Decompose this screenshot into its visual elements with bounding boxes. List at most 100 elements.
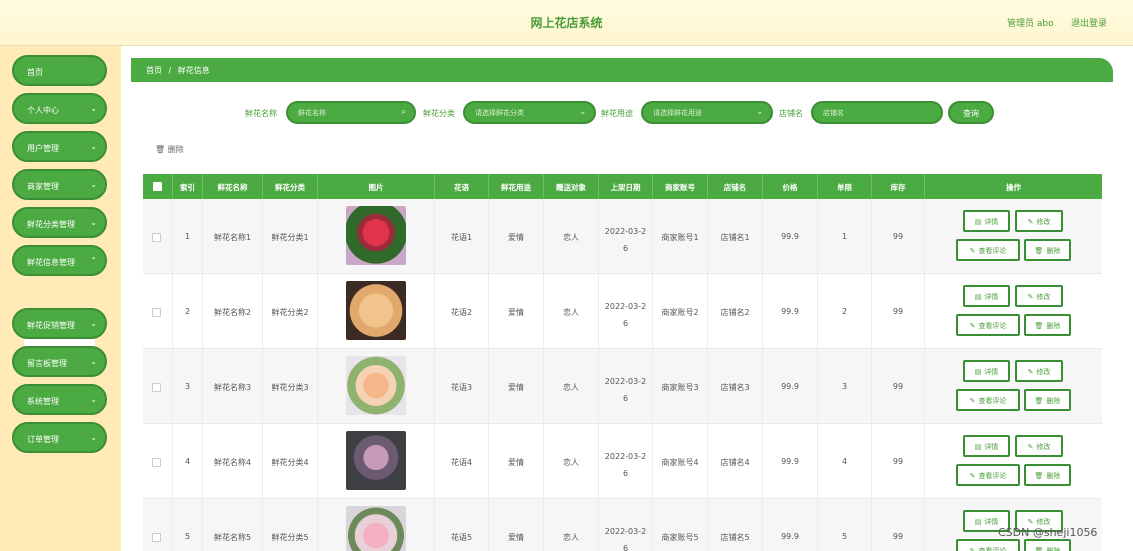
shop-name-input[interactable]: 店铺名 bbox=[811, 101, 943, 124]
edit-button[interactable]: ✎ 修改 bbox=[1015, 435, 1063, 457]
flower-usage-cell: 爱情 bbox=[489, 499, 544, 551]
stock-cell: 99 bbox=[872, 499, 925, 551]
sidebar-item-personal-center[interactable]: 个人中心 ⌄ bbox=[12, 93, 107, 124]
gift-target-cell: 恋人 bbox=[544, 199, 599, 274]
sidebar-item-label: 鲜花信息管理 bbox=[27, 258, 75, 267]
view-reviews-button[interactable]: ✎ 查看评论 bbox=[956, 239, 1020, 261]
column-header: 鲜花用途 bbox=[489, 174, 544, 199]
trash-icon: 🗑 bbox=[155, 145, 166, 154]
delete-button[interactable]: 🗑 删除 bbox=[1024, 539, 1071, 551]
detail-button[interactable]: ▤ 详情 bbox=[963, 435, 1010, 457]
sidebar-item-label: 鲜花促销管理 bbox=[27, 321, 75, 330]
sidebar-item-user-management[interactable]: 用户管理 ⌄ bbox=[12, 131, 107, 162]
view-reviews-button[interactable]: ✎ 查看评论 bbox=[956, 464, 1020, 486]
flower-usage-select[interactable]: 请选择鲜花用途 ⌄ bbox=[641, 101, 773, 124]
flower-image bbox=[346, 206, 406, 265]
chevron-down-icon: ⌄ bbox=[90, 142, 97, 151]
flower-usage-cell: 爱情 bbox=[489, 274, 544, 349]
view-reviews-label: 查看评论 bbox=[978, 247, 1007, 255]
flower-category-select[interactable]: 请选择鲜花分类 ⌄ bbox=[463, 101, 596, 124]
flower-name-input[interactable]: 鲜花名称 ⌕ bbox=[286, 101, 416, 124]
row-checkbox[interactable] bbox=[152, 308, 161, 317]
edit-label: 修改 bbox=[1036, 443, 1051, 451]
listing-date-line2: 6 bbox=[622, 469, 629, 478]
detail-label: 详情 bbox=[984, 443, 999, 451]
sidebar-item-system-management[interactable]: 系统管理 ⌄ bbox=[12, 384, 107, 415]
flower-language-cell: 花语1 bbox=[435, 199, 489, 274]
table-header: 索引 鲜花名称 鲜花分类 图片 花语 鲜花用途 赠送对象 上架日期 商家账号 店… bbox=[143, 174, 1102, 199]
delete-label: 删除 bbox=[1046, 397, 1061, 405]
flower-category-label: 鲜花分类 bbox=[423, 109, 455, 118]
edit-label: 修改 bbox=[1036, 293, 1051, 301]
sidebar-item-home[interactable]: 首页 bbox=[12, 55, 107, 86]
detail-button[interactable]: ▤ 详情 bbox=[963, 285, 1010, 307]
delete-button[interactable]: 🗑 删除 bbox=[1024, 389, 1071, 411]
select-all-checkbox[interactable] bbox=[153, 182, 162, 191]
sidebar-item-flower-info-management[interactable]: 鲜花信息管理 ⌃ bbox=[12, 245, 107, 276]
column-header: 单限 bbox=[818, 174, 872, 199]
view-reviews-button[interactable]: ✎ 查看评论 bbox=[956, 389, 1020, 411]
listing-date-line2: 6 bbox=[622, 544, 629, 551]
limit-cell: 3 bbox=[818, 349, 872, 424]
sidebar-item-order-management[interactable]: 订单管理 ⌄ bbox=[12, 422, 107, 453]
shop-name-placeholder: 店铺名 bbox=[823, 109, 844, 117]
row-checkbox[interactable] bbox=[152, 533, 161, 542]
sidebar-item-message-board-management[interactable]: 留言板管理 ⌄ bbox=[12, 346, 107, 377]
delete-label: 删除 bbox=[1046, 247, 1061, 255]
flower-name-cell: 鲜花名称4 bbox=[203, 424, 263, 499]
row-checkbox[interactable] bbox=[152, 458, 161, 467]
query-button[interactable]: 查询 bbox=[948, 101, 994, 124]
sidebar-item-label: 用户管理 bbox=[27, 144, 59, 153]
sidebar-item-merchant-management[interactable]: 商家管理 ⌄ bbox=[12, 169, 107, 200]
document-icon: ▤ bbox=[974, 293, 982, 301]
edit-button[interactable]: ✎ 修改 bbox=[1015, 210, 1063, 232]
flower-language-cell: 花语4 bbox=[435, 424, 489, 499]
column-header: 鲜花分类 bbox=[263, 174, 318, 199]
detail-button[interactable]: ▤ 详情 bbox=[963, 360, 1010, 382]
view-reviews-button[interactable]: ✎ 查看评论 bbox=[956, 314, 1020, 336]
flower-language-cell: 花语3 bbox=[435, 349, 489, 424]
edit-icon: ✎ bbox=[969, 397, 976, 405]
listing-date-line1: 2022-03-2 bbox=[604, 452, 647, 461]
flower-category-cell: 鲜花分类5 bbox=[263, 499, 318, 551]
row-select-cell bbox=[143, 349, 173, 424]
flower-usage-placeholder: 请选择鲜花用途 bbox=[653, 109, 702, 117]
bulk-delete-button[interactable]: 🗑 删除 bbox=[155, 144, 184, 155]
flower-usage-cell: 爱情 bbox=[489, 424, 544, 499]
stock-cell: 99 bbox=[872, 274, 925, 349]
listing-date-line2: 6 bbox=[622, 319, 629, 328]
chevron-up-icon: ⌃ bbox=[90, 256, 97, 265]
column-header: 店铺名 bbox=[708, 174, 763, 199]
shop-name-cell: 店铺名2 bbox=[708, 274, 763, 349]
shop-name-cell: 店铺名3 bbox=[708, 349, 763, 424]
listing-date-line1: 2022-03-2 bbox=[604, 377, 647, 386]
flower-language-cell: 花语5 bbox=[435, 499, 489, 551]
edit-button[interactable]: ✎ 修改 bbox=[1015, 360, 1063, 382]
row-checkbox[interactable] bbox=[152, 233, 161, 242]
row-checkbox[interactable] bbox=[152, 383, 161, 392]
delete-button[interactable]: 🗑 删除 bbox=[1024, 239, 1071, 261]
breadcrumb-home[interactable]: 首页 bbox=[146, 66, 162, 75]
index-cell: 4 bbox=[173, 424, 203, 499]
view-reviews-button[interactable]: ✎ 查看评论 bbox=[956, 539, 1020, 551]
listing-date-cell: 2022-03-2 6 bbox=[599, 499, 653, 551]
edit-icon: ✎ bbox=[969, 472, 976, 480]
flower-language-cell: 花语2 bbox=[435, 274, 489, 349]
flower-category-cell: 鲜花分类2 bbox=[263, 274, 318, 349]
view-reviews-label: 查看评论 bbox=[978, 322, 1007, 330]
sidebar: 首页 个人中心 ⌄ 用户管理 ⌄ 商家管理 ⌄ 鲜花分类管理 ⌄ 鲜花信息管理 ⌃ 鲜花信… bbox=[0, 46, 121, 551]
detail-button[interactable]: ▤ 详情 bbox=[963, 210, 1010, 232]
logout-link[interactable]: 退出登录 bbox=[1071, 16, 1107, 29]
flower-usage-label: 鲜花用途 bbox=[601, 109, 633, 118]
flower-category-cell: 鲜花分类4 bbox=[263, 424, 318, 499]
sidebar-item-flower-category-management[interactable]: 鲜花分类管理 ⌄ bbox=[12, 207, 107, 238]
delete-button[interactable]: 🗑 删除 bbox=[1024, 464, 1071, 486]
index-cell: 5 bbox=[173, 499, 203, 551]
sidebar-item-flower-promotion-management[interactable]: 鲜花促销管理 ⌄ bbox=[12, 308, 107, 339]
trash-icon: 🗑 bbox=[1034, 247, 1044, 255]
edit-button[interactable]: ✎ 修改 bbox=[1015, 285, 1063, 307]
flower-name-label: 鲜花名称 bbox=[245, 109, 277, 118]
delete-button[interactable]: 🗑 删除 bbox=[1024, 314, 1071, 336]
flower-name-cell: 鲜花名称3 bbox=[203, 349, 263, 424]
stock-cell: 99 bbox=[872, 424, 925, 499]
